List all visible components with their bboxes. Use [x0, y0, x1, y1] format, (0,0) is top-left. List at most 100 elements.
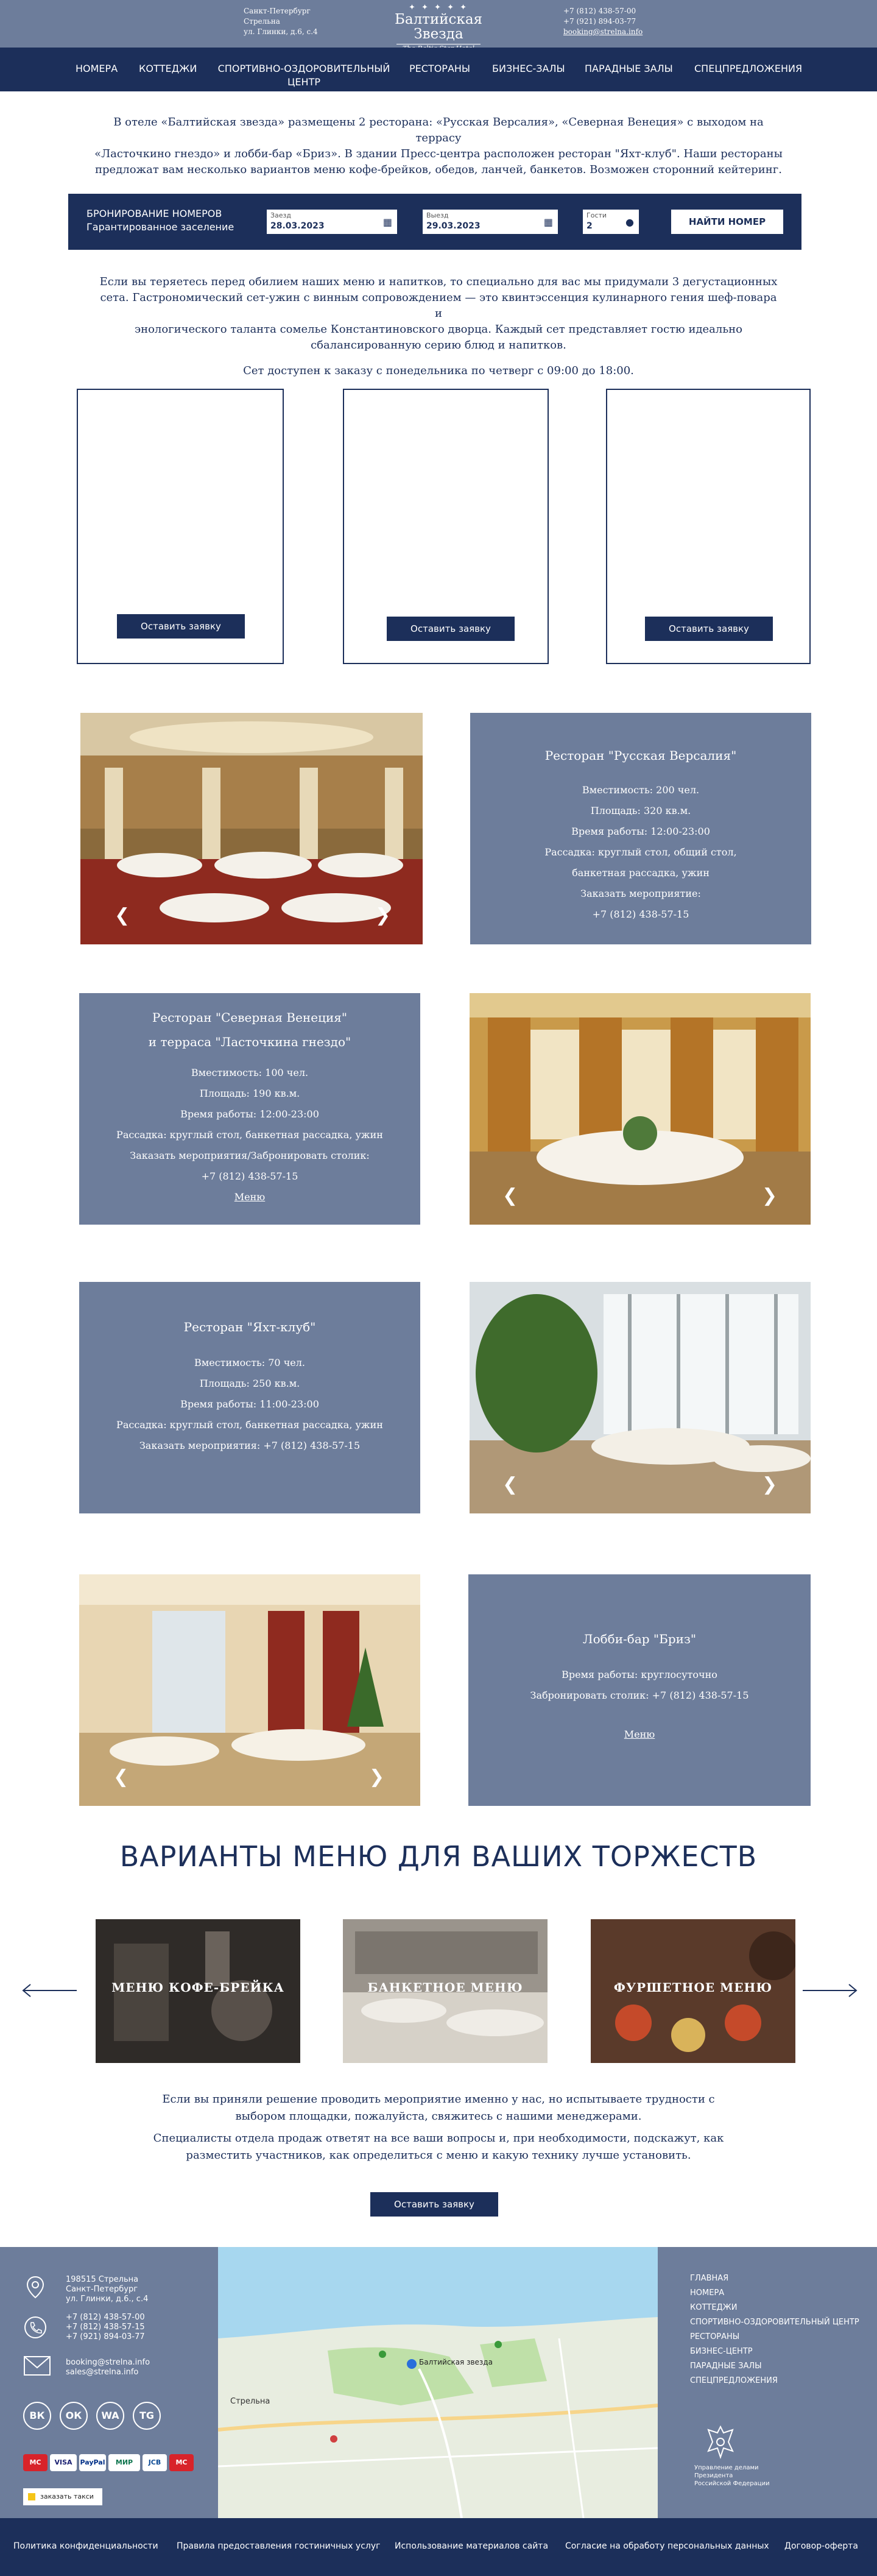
- booking-title: БРОНИРОВАНИЕ НОМЕРОВ Гарантированное зас…: [86, 207, 234, 234]
- footer-phone[interactable]: +7 (812) 438-57-15: [66, 2323, 145, 2332]
- degustation-line: сета. Гастрономический сет-ужин с винным…: [100, 291, 777, 320]
- vk-icon[interactable]: ВК: [23, 2402, 51, 2430]
- booking-widget: БРОНИРОВАНИЕ НОМЕРОВ Гарантированное зас…: [68, 194, 801, 250]
- restaurant-detail: Рассадка: круглый стол, банкетная рассад…: [116, 1419, 383, 1431]
- carousel-prev-arrow[interactable]: [22, 1981, 78, 2000]
- telegram-icon[interactable]: TG: [133, 2402, 161, 2430]
- footer-nav-item[interactable]: ПАРАДНЫЕ ЗАЛЫ: [690, 2359, 859, 2374]
- address-line: Санкт-Петербург: [244, 7, 311, 15]
- footer-nav-item[interactable]: НОМЕРА: [690, 2286, 859, 2301]
- header-contacts: +7 (812) 438-57-00 +7 (921) 894-03-77 bo…: [563, 6, 643, 37]
- emblem-caption-line: Российской Федерации: [694, 2480, 770, 2487]
- checkin-value: 28.03.2023: [270, 221, 325, 231]
- slider-prev-arrow[interactable]: ❮: [502, 1476, 518, 1494]
- person-icon: ●: [625, 216, 634, 228]
- footer-nav-item[interactable]: СПЕЦПРЕДЛОЖЕНИЯ: [690, 2374, 859, 2388]
- restaurant-detail: Заказать мероприятия/Забронировать столи…: [130, 1150, 370, 1161]
- footer-nav-item[interactable]: СПОРТИВНО-ОЗДОРОВИТЕЛЬНЫЙ ЦЕНТР: [690, 2315, 859, 2330]
- map[interactable]: Балтийская звезда Стрельна: [218, 2247, 658, 2518]
- nav-item-special-offers[interactable]: СПЕЦПРЕДЛОЖЕНИЯ: [694, 62, 802, 76]
- footer-nav: ГЛАВНАЯ НОМЕРА КОТТЕДЖИ СПОРТИВНО-ОЗДОРО…: [690, 2271, 859, 2388]
- restaurant-title: Ресторан "Яхт-клуб": [183, 1320, 316, 1334]
- visa-icon: VISA: [50, 2454, 77, 2471]
- footer-email[interactable]: booking@strelna.info: [66, 2358, 150, 2368]
- footer-email[interactable]: sales@strelna.info: [66, 2368, 150, 2377]
- nav-item-ceremonial-halls[interactable]: ПАРАДНЫЕ ЗАЛЫ: [585, 62, 673, 76]
- slider-next-arrow[interactable]: ❯: [375, 907, 390, 925]
- taxi-label: заказать такси: [40, 2493, 94, 2500]
- footer-nav-item[interactable]: КОТТЕДЖИ: [690, 2301, 859, 2315]
- hotel-rules-link[interactable]: Правила предоставления гостиничных услуг: [177, 2540, 381, 2552]
- restaurant-detail: Время работы: 12:00-23:00: [571, 826, 710, 837]
- nav-item-cottages[interactable]: КОТТЕДЖИ: [139, 62, 197, 76]
- degustation-line: Если вы теряетесь перед обилием наших ме…: [99, 275, 778, 288]
- request-button[interactable]: Оставить заявку: [645, 617, 773, 641]
- request-button[interactable]: Оставить заявку: [117, 614, 245, 639]
- intro-text: В отеле «Балтийская звезда» размещены 2 …: [91, 115, 786, 178]
- map-label: Балтийская звезда: [419, 2358, 493, 2366]
- restaurant-info-breeze-lobby-bar: Лобби-бар "Бриз" Время работы: круглосут…: [468, 1574, 811, 1806]
- slider-next-arrow[interactable]: ❯: [369, 1768, 384, 1786]
- restaurant-title: Лобби-бар "Бриз": [582, 1632, 697, 1646]
- slider-next-arrow[interactable]: ❯: [762, 1476, 777, 1494]
- double-headed-eagle-icon: [705, 2424, 736, 2460]
- emblem-caption-line: Управление делами: [694, 2465, 759, 2471]
- nav-item-restaurants[interactable]: РЕСТОРАНЫ: [409, 62, 470, 76]
- restaurant-phone[interactable]: Заказать мероприятия: +7 (812) 438-57-15: [79, 1435, 420, 1456]
- restaurant-phone[interactable]: +7 (812) 438-57-15: [470, 904, 811, 925]
- header-phone[interactable]: +7 (921) 894-03-77: [563, 16, 643, 27]
- carousel-next-arrow[interactable]: [801, 1981, 858, 2000]
- request-button[interactable]: Оставить заявку: [387, 617, 515, 641]
- materials-usage-link[interactable]: Использование материалов сайта: [395, 2540, 548, 2552]
- intro-line: предложат вам несколько вариантов меню к…: [95, 163, 782, 176]
- restaurant-phone[interactable]: +7 (812) 438-57-15: [79, 1166, 420, 1187]
- restaurant-detail: Вместимость: 100 чел.: [191, 1067, 309, 1078]
- menu-link[interactable]: Меню: [468, 1724, 811, 1745]
- taxi-icon: [28, 2493, 35, 2500]
- mail-icon: [23, 2355, 51, 2376]
- menu-card-banquet[interactable]: БАНКЕТНОЕ МЕНЮ: [343, 1919, 548, 2063]
- menu-card-coffee-break[interactable]: МЕНЮ КОФЕ-БРЕЙКА: [96, 1919, 300, 2063]
- nav-item-sport-center[interactable]: СПОРТИВНО-ОЗДОРОВИТЕЛЬНЫЙ ЦЕНТР: [217, 62, 391, 89]
- guests-value: 2: [586, 221, 593, 231]
- footer-nav-item[interactable]: ГЛАВНАЯ: [690, 2271, 859, 2286]
- find-room-button[interactable]: НАЙТИ НОМЕР: [671, 210, 783, 234]
- restaurant-photo-russian-versailles: ❮ ❯: [80, 713, 423, 944]
- nav-item-rooms[interactable]: НОМЕРА: [76, 62, 118, 76]
- slider-prev-arrow[interactable]: ❮: [113, 1768, 129, 1786]
- calendar-icon[interactable]: ▦: [383, 216, 392, 228]
- restaurant-info-yacht-club: Ресторан "Яхт-клуб" Вместимость: 70 чел.…: [79, 1282, 420, 1513]
- emblem-caption-line: Президента: [694, 2472, 733, 2479]
- hotel-logo[interactable]: ✦ ✦ ✦ ✦ ✦ Балтийская Звезда The Baltic S…: [378, 4, 499, 53]
- nav-item-business-halls[interactable]: БИЗНЕС-ЗАЛЫ: [492, 62, 565, 76]
- footer-nav-item[interactable]: РЕСТОРАНЫ: [690, 2330, 859, 2344]
- top-bar: Санкт-Петербург Стрельна ул. Глинки, д.6…: [0, 0, 877, 52]
- footer-phone[interactable]: +7 (921) 894-03-77: [66, 2332, 145, 2342]
- guests-field[interactable]: Гости 2 ●: [583, 210, 639, 234]
- personal-data-consent-link[interactable]: Согласие на обработу персональных данных: [565, 2540, 769, 2552]
- restaurant-title: Ресторан "Русская Версалия": [544, 748, 737, 763]
- slider-prev-arrow[interactable]: ❮: [114, 907, 130, 925]
- offer-agreement-link[interactable]: Договор-оферта: [784, 2540, 858, 2552]
- header-phone[interactable]: +7 (812) 438-57-00: [563, 6, 643, 16]
- request-button[interactable]: Оставить заявку: [370, 2192, 498, 2217]
- taxi-button[interactable]: заказать такси: [23, 2488, 102, 2505]
- slider-prev-arrow[interactable]: ❮: [502, 1187, 518, 1205]
- privacy-policy-link[interactable]: Политика конфиденциальности: [13, 2540, 158, 2552]
- checkin-field[interactable]: Заезд 28.03.2023 ▦: [267, 210, 397, 234]
- whatsapp-icon[interactable]: WA: [96, 2402, 124, 2430]
- header-email[interactable]: booking@strelna.info: [563, 27, 643, 37]
- footer-nav-item[interactable]: БИЗНЕС-ЦЕНТР: [690, 2344, 859, 2359]
- restaurant-photo-breeze-lobby-bar: ❮ ❯: [79, 1574, 420, 1806]
- ok-icon[interactable]: ОК: [60, 2402, 88, 2430]
- slider-next-arrow[interactable]: ❯: [762, 1187, 777, 1205]
- checkout-field[interactable]: Выезд 29.03.2023 ▦: [423, 210, 558, 234]
- calendar-icon[interactable]: ▦: [544, 216, 553, 228]
- degustation-text: Если вы теряетесь перед обилием наших ме…: [97, 274, 780, 379]
- map-label: Стрельна: [230, 2397, 270, 2406]
- menu-card-label: ФУРШЕТНОЕ МЕНЮ: [613, 1980, 773, 1995]
- menu-link[interactable]: Меню: [79, 1187, 420, 1208]
- footer-phone[interactable]: +7 (812) 438-57-00: [66, 2313, 145, 2323]
- restaurant-phone[interactable]: Забронировать столик: +7 (812) 438-57-15: [468, 1685, 811, 1706]
- menu-card-buffet[interactable]: ФУРШЕТНОЕ МЕНЮ: [591, 1919, 795, 2063]
